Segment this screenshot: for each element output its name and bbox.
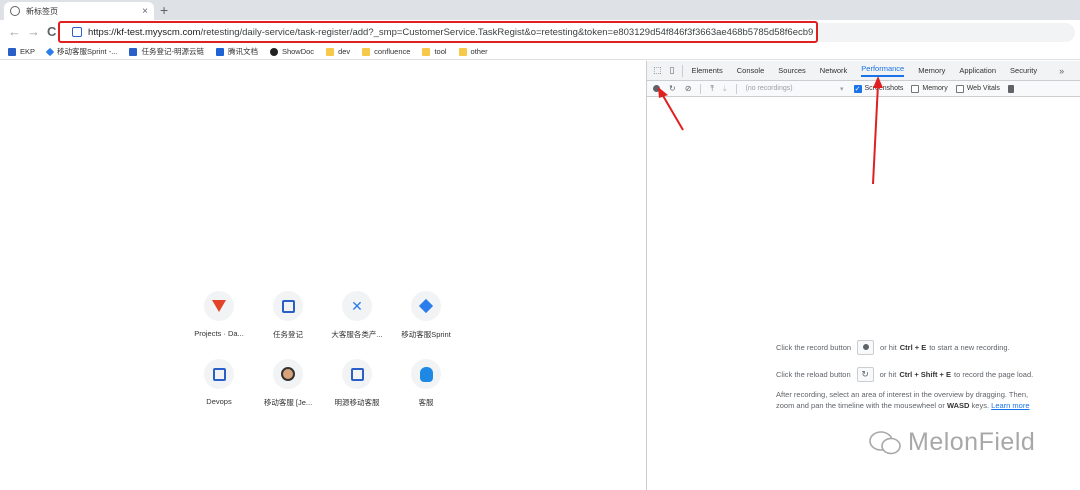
bookmark-sprint[interactable]: 移动客服Sprint -... [45, 46, 117, 57]
shortcut-mobile-service[interactable]: 明源移动客服 [322, 359, 392, 408]
landing-after-text: After recording, select an area of inter… [776, 390, 1030, 410]
browser-tab[interactable]: 新标签页 × [4, 2, 154, 20]
service-icon [419, 366, 433, 382]
bookmark-folder-other[interactable]: other [458, 47, 488, 56]
avatar-icon [281, 367, 295, 381]
bookmark-folder-confluence[interactable]: confluence [362, 47, 410, 56]
bookmark-folder-tool[interactable]: tool [422, 47, 447, 56]
globe-icon [10, 6, 20, 16]
folder-icon [362, 47, 371, 56]
record-icon [862, 344, 869, 350]
doc-icon [281, 299, 295, 313]
new-tab-page: Projects · Da... 任务登记 ✕ 大客服各类产... 移动客服Sp… [0, 61, 646, 490]
tab-close-button[interactable]: × [142, 6, 148, 17]
watermark-text: MelonField [908, 428, 1036, 456]
shortcut-service[interactable]: 客服 [391, 359, 461, 408]
recordings-select[interactable]: (no recordings) ▾ [746, 85, 844, 93]
tab-elements[interactable]: Elements [691, 66, 722, 75]
forward-button[interactable]: → [27, 24, 40, 40]
tencent-icon [215, 47, 224, 56]
tab-strip: 新标签页 × + [0, 0, 1080, 20]
load-profile-icon[interactable]: ⤒ [710, 84, 714, 94]
folder-icon [458, 47, 467, 56]
url-text[interactable]: https://kf-test.myyscm.com/retesting/dai… [88, 27, 813, 38]
confluence-icon: ✕ [351, 297, 363, 314]
shortcut-jira[interactable]: 移动客服 [Je... [253, 359, 323, 408]
shortcut-confluence[interactable]: ✕ 大客服各类产... [322, 291, 392, 340]
folder-icon [422, 47, 431, 56]
wechat-icon [869, 430, 901, 454]
checkbox-icon [955, 84, 964, 93]
landing-reload-button[interactable]: ↻ [856, 366, 874, 382]
bookmark-folder-dev[interactable]: dev [326, 47, 350, 56]
landing-record-button[interactable] [857, 339, 875, 355]
showdoc-icon [269, 47, 278, 56]
folder-icon [326, 47, 335, 56]
record-icon[interactable] [653, 85, 660, 92]
reload-icon: ↻ [861, 368, 869, 379]
checkbox-checked-icon: ✓ [853, 84, 862, 93]
bookmark-showdoc[interactable]: ShowDoc [269, 47, 314, 56]
bookmark-task-register[interactable]: 任务登记-明源云链 [129, 46, 204, 57]
devtools-tab-bar: ⬚ ▯ Elements Console Sources Network Per… [647, 61, 1080, 81]
trash-icon[interactable] [1007, 84, 1014, 93]
tab-title: 新标签页 [26, 6, 58, 16]
doc-icon [129, 47, 138, 56]
performance-landing: Click the record button or hit Ctrl + E … [776, 338, 1076, 411]
checkbox-icon [911, 84, 920, 93]
reload-record-icon[interactable]: ↻ [669, 84, 676, 93]
learn-more-link[interactable]: Learn more [991, 401, 1029, 410]
shortcut-task-register[interactable]: 任务登记 [253, 291, 323, 340]
tab-application[interactable]: Application [959, 66, 996, 75]
devtools-splitter[interactable] [646, 61, 647, 490]
shortcut-sprint[interactable]: 移动客服Sprint [391, 291, 461, 340]
clear-icon[interactable]: ⊘ [685, 84, 692, 93]
doc-icon [350, 367, 364, 381]
doc-icon [212, 367, 226, 381]
gitlab-icon [212, 300, 226, 312]
tab-console[interactable]: Console [737, 66, 765, 75]
chevron-down-icon: ▾ [839, 85, 844, 93]
reload-button[interactable]: C [47, 24, 56, 40]
shortcut-devops[interactable]: Devops [184, 359, 254, 406]
bookmark-ekp[interactable]: EKP [8, 47, 35, 56]
tab-network[interactable]: Network [820, 66, 848, 75]
watermark: MelonField [868, 428, 1035, 457]
arrow-to-performance [872, 83, 879, 185]
site-icon [72, 27, 82, 37]
tab-security[interactable]: Security [1010, 66, 1037, 75]
more-tabs-button[interactable]: » [1059, 66, 1064, 76]
new-tab-button[interactable]: + [160, 2, 168, 18]
tab-performance[interactable]: Performance [861, 64, 905, 77]
tab-memory[interactable]: Memory [918, 66, 945, 75]
arrow-to-record [661, 93, 684, 131]
web-vitals-checkbox[interactable]: Web Vitals [955, 84, 1000, 93]
save-profile-icon[interactable]: ⤓ [723, 84, 727, 94]
diamond-icon [418, 298, 434, 314]
diamond-icon [45, 47, 55, 56]
screenshots-checkbox[interactable]: ✓ Screenshots [853, 84, 903, 93]
shortcut-projects[interactable]: Projects · Da... [184, 291, 254, 338]
bookmarks-bar: EKP 移动客服Sprint -... 任务登记-明源云链 腾讯文档 ShowD… [0, 44, 1080, 60]
ekp-icon [8, 47, 16, 56]
address-bar[interactable]: https://kf-test.myyscm.com/retesting/dai… [58, 21, 818, 43]
memory-checkbox[interactable]: Memory [911, 84, 948, 93]
inspect-element-icon[interactable]: ⬚ [653, 65, 662, 76]
device-toolbar-icon[interactable]: ▯ [670, 65, 675, 76]
back-button[interactable]: ← [8, 24, 21, 40]
tab-sources[interactable]: Sources [778, 66, 806, 75]
performance-toolbar: ↻ ⊘ ⤒ ⤓ (no recordings) ▾ ✓ Screenshots Me… [647, 81, 1080, 97]
bookmark-tencent-docs[interactable]: 腾讯文档 [215, 46, 258, 57]
